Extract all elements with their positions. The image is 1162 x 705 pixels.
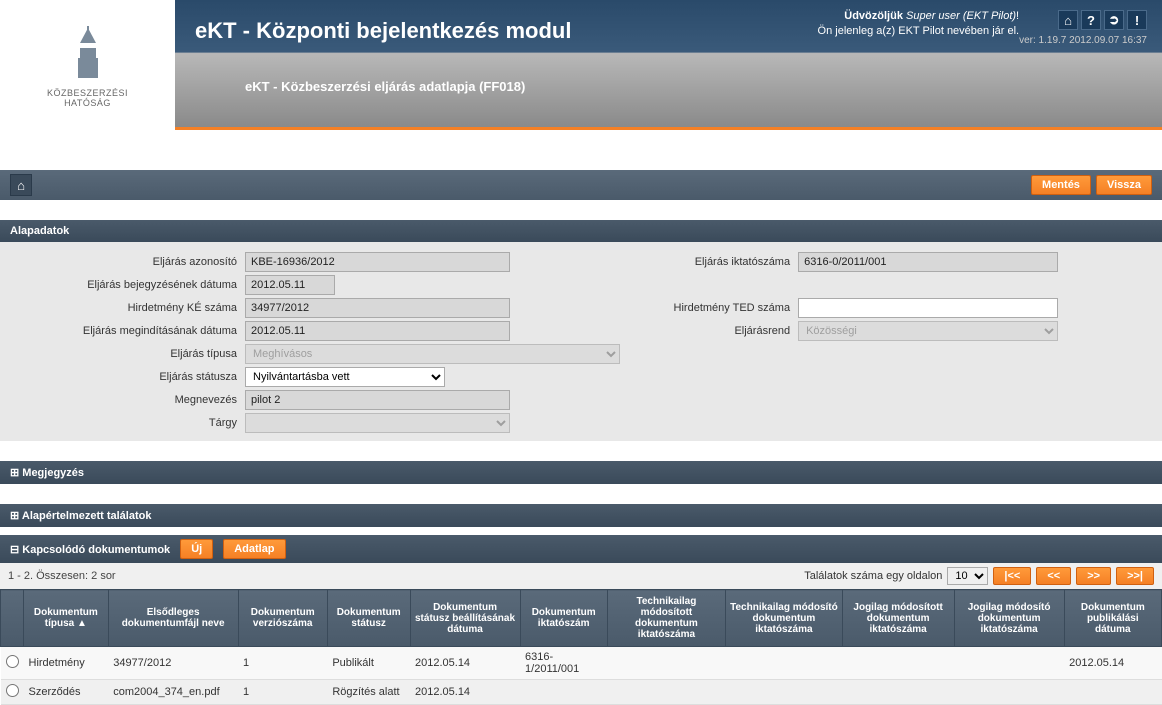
form-body: Eljárás azonosító Eljárás iktatószáma El… — [0, 242, 1162, 441]
table-row: Hirdetmény34977/20121Publikált2012.05.14… — [1, 647, 1162, 680]
logout-icon[interactable]: ➲ — [1104, 10, 1124, 30]
label-eljarasrend: Eljárásrend — [638, 325, 798, 337]
app-header: KÖZBESZERZÉSI HATÓSÁG eKT - Központi bej… — [0, 0, 1162, 130]
select-eljarasrend: Közösségi — [798, 321, 1058, 341]
section-megjegyzes[interactable]: Megjegyzés — [0, 461, 1162, 484]
cell-tipus: Szerződés — [24, 680, 109, 705]
cell-jog-ing — [954, 647, 1064, 680]
col-pub-date[interactable]: Dokumentum publikálási dátuma — [1064, 590, 1161, 647]
col-tech-ed[interactable]: Technikailag módosított dokumentum iktat… — [607, 590, 725, 647]
input-hirdetmeny-ke — [245, 298, 510, 318]
logo-area: KÖZBESZERZÉSI HATÓSÁG — [0, 0, 175, 130]
page-size-select[interactable]: 10 — [947, 567, 988, 585]
col-status-date[interactable]: Dokumentum státusz beállításának dátuma — [410, 590, 520, 647]
home-icon[interactable]: ⌂ — [1058, 10, 1078, 30]
input-eljaras-azonosito — [245, 252, 510, 272]
cell-iktato — [520, 680, 607, 705]
section-alapertelmezett[interactable]: Alapértelmezett találatok — [0, 504, 1162, 527]
logo-text: KÖZBESZERZÉSI HATÓSÁG — [47, 88, 128, 108]
cell-tech-ed — [607, 680, 725, 705]
details-doc-button[interactable]: Adatlap — [223, 539, 285, 559]
nav-prev[interactable]: << — [1036, 567, 1071, 585]
col-fajl[interactable]: Elsődleges dokumentumfájl neve — [108, 590, 238, 647]
label-hirdetmeny-ke: Hirdetmény KÉ száma — [10, 302, 245, 314]
nav-next[interactable]: >> — [1076, 567, 1111, 585]
new-doc-button[interactable]: Új — [180, 539, 213, 559]
cell-pub-date: 2012.05.14 — [1064, 647, 1161, 680]
input-megindit-datum — [245, 321, 510, 341]
cell-status: Rögzítés alatt — [327, 680, 410, 705]
cell-ver: 1 — [238, 647, 327, 680]
col-select — [1, 590, 24, 647]
label-eljaras-tipusa: Eljárás típusa — [10, 348, 245, 360]
cell-status-date: 2012.05.14 — [410, 680, 520, 705]
label-megnevezes: Megnevezés — [10, 394, 245, 406]
cell-fajl: com2004_374_en.pdf — [108, 680, 238, 705]
docs-table: Dokumentum típusa ▲ Elsődleges dokumentu… — [0, 589, 1162, 705]
cell-jog-ed — [842, 647, 954, 680]
page-size-label: Találatok száma egy oldalon — [804, 570, 942, 582]
select-eljaras-tipusa: Meghívásos — [245, 344, 620, 364]
label-eljaras-azonosito: Eljárás azonosító — [10, 256, 245, 268]
input-bejegyzes-datum — [245, 275, 335, 295]
cell-iktato: 6316-1/2011/001 — [520, 647, 607, 680]
cell-jog-ing — [954, 680, 1064, 705]
welcome-line: Üdvözöljük Super user (EKT Pilot)! — [818, 10, 1020, 22]
label-megindit-datum: Eljárás megindításának dátuma — [10, 325, 245, 337]
label-eljaras-iktatoszam: Eljárás iktatószáma — [638, 256, 798, 268]
cell-tipus: Hirdetmény — [24, 647, 109, 680]
select-eljaras-statusza[interactable]: Nyilvántartásba vett — [245, 367, 445, 387]
col-tipus[interactable]: Dokumentum típusa ▲ — [24, 590, 109, 647]
col-jog-ed[interactable]: Jogilag módosított dokumentum iktatószám… — [842, 590, 954, 647]
nav-last[interactable]: >>| — [1116, 567, 1154, 585]
table-controls: 1 - 2. Összesen: 2 sor Találatok száma e… — [0, 563, 1162, 589]
cell-pub-date — [1064, 680, 1161, 705]
toolbar: ⌂ Mentés Vissza — [0, 170, 1162, 200]
row-select-radio[interactable] — [6, 684, 19, 697]
cell-tech-ing — [726, 680, 843, 705]
label-targy: Tárgy — [10, 417, 245, 429]
col-jog-ing[interactable]: Jogilag módosító dokumentum iktatószáma — [954, 590, 1064, 647]
building-logo-icon — [58, 23, 118, 83]
col-iktato[interactable]: Dokumentum iktatószám — [520, 590, 607, 647]
cell-status: Publikált — [327, 647, 410, 680]
back-button[interactable]: Vissza — [1096, 175, 1152, 195]
input-hirdetmeny-ted[interactable] — [798, 298, 1058, 318]
label-bejegyzes-datum: Eljárás bejegyzésének dátuma — [10, 279, 245, 291]
table-row: Szerződéscom2004_374_en.pdf1Rögzítés ala… — [1, 680, 1162, 705]
col-ver[interactable]: Dokumentum verziószáma — [238, 590, 327, 647]
select-targy — [245, 413, 510, 433]
col-tech-ing[interactable]: Technikailag módosító dokumentum iktatós… — [726, 590, 843, 647]
header-main: eKT - Központi bejelentkezés modul eKT -… — [175, 0, 1162, 130]
docs-label[interactable]: Kapcsolódó dokumentumok — [10, 543, 170, 556]
save-button[interactable]: Mentés — [1031, 175, 1091, 195]
label-hirdetmeny-ted: Hirdetmény TED száma — [638, 302, 798, 314]
row-select-radio[interactable] — [6, 655, 19, 668]
nav-first[interactable]: |<< — [993, 567, 1031, 585]
cell-tech-ed — [607, 647, 725, 680]
page-title: eKT - Közbeszerzési eljárás adatlapja (F… — [175, 44, 1162, 94]
section-docs: Kapcsolódó dokumentumok Új Adatlap — [0, 535, 1162, 563]
row-count: 1 - 2. Összesen: 2 sor — [8, 570, 116, 582]
help-icon[interactable]: ? — [1081, 10, 1101, 30]
section-alapadatok: Alapadatok — [0, 220, 1162, 242]
input-eljaras-iktatoszam — [798, 252, 1058, 272]
cell-jog-ed — [842, 680, 954, 705]
col-status[interactable]: Dokumentum státusz — [327, 590, 410, 647]
label-eljaras-statusza: Eljárás státusza — [10, 371, 245, 383]
cell-fajl: 34977/2012 — [108, 647, 238, 680]
home-button[interactable]: ⌂ — [10, 174, 32, 196]
cell-tech-ing — [726, 647, 843, 680]
alert-icon[interactable]: ! — [1127, 10, 1147, 30]
header-right: Üdvözöljük Super user (EKT Pilot)! Ön je… — [818, 10, 1147, 46]
cell-status-date: 2012.05.14 — [410, 647, 520, 680]
cell-ver: 1 — [238, 680, 327, 705]
input-megnevezes — [245, 390, 510, 410]
impersonation-line: Ön jelenleg a(z) EKT Pilot nevében jár e… — [818, 25, 1020, 37]
version-text: ver: 1.19.7 2012.09.07 16:37 — [1019, 35, 1147, 46]
